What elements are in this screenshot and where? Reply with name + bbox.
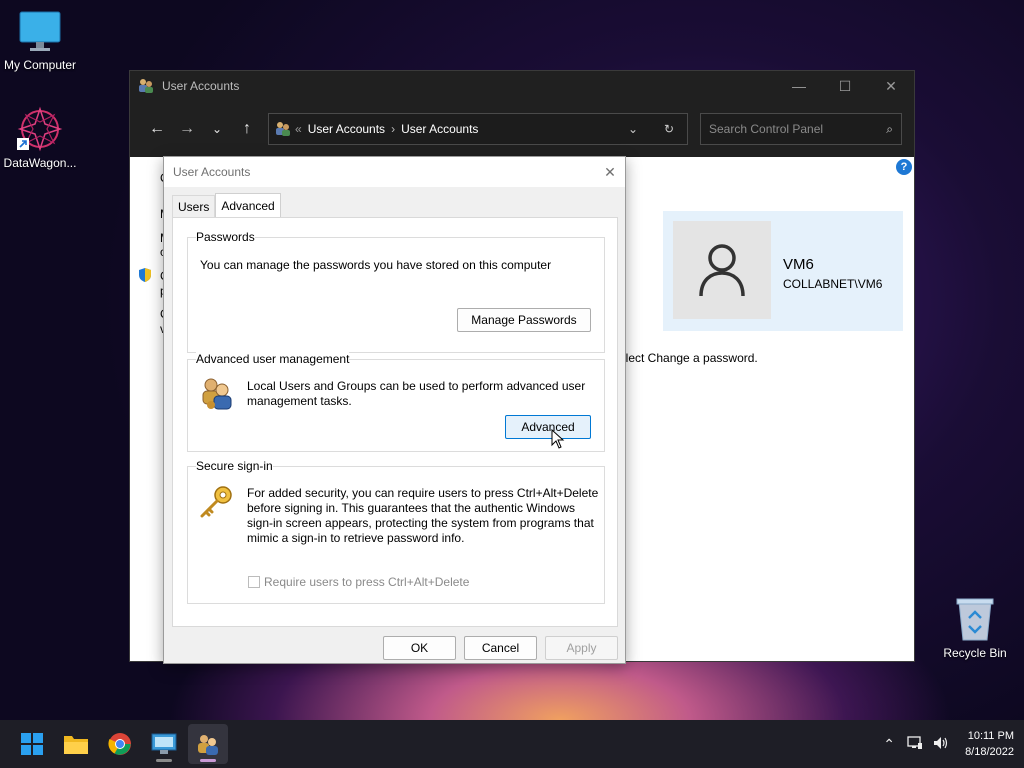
cancel-button[interactable]: Cancel [464, 636, 537, 660]
advanced-user-management-group: Advanced user management Local Users and… [187, 352, 605, 452]
file-explorer-taskbar-button[interactable] [56, 724, 96, 764]
passwords-group: Passwords You can manage the passwords y… [187, 230, 605, 353]
help-icon[interactable]: ? [896, 159, 912, 175]
passwords-description: You can manage the passwords you have st… [200, 258, 552, 272]
tab-users[interactable]: Users [172, 195, 216, 217]
datawagon-logo-icon [17, 106, 63, 152]
manage-passwords-button[interactable]: Manage Passwords [457, 308, 591, 332]
user-accounts-icon [198, 735, 218, 755]
forward-button[interactable]: → [172, 114, 202, 144]
users-group-icon [200, 376, 234, 413]
chevron-up-icon[interactable]: ⌃ [877, 736, 901, 753]
start-button[interactable] [12, 724, 52, 764]
refresh-icon[interactable]: ↻ [651, 122, 687, 136]
breadcrumb-overflow[interactable]: « [295, 122, 302, 136]
dialog-title: User Accounts [173, 165, 251, 179]
dialog-tabs: Users Advanced [172, 193, 281, 217]
minimize-button[interactable]: — [776, 71, 822, 101]
clock[interactable]: 10:11 PM 8/18/2022 [965, 728, 1014, 760]
user-accounts-taskbar-button[interactable] [188, 724, 228, 764]
address-bar[interactable]: « User Accounts › User Accounts ⌄ ↻ [268, 113, 688, 145]
user-silhouette-icon [699, 244, 745, 297]
tab-advanced[interactable]: Advanced [215, 193, 281, 217]
mouse-cursor [551, 428, 565, 452]
dialog-titlebar[interactable]: User Accounts ✕ [164, 157, 625, 187]
folder-icon [64, 736, 88, 754]
user-accounts-icon [275, 120, 291, 139]
recycle-bin-icon [955, 596, 995, 642]
search-input[interactable]: Search Control Panel ⌕ [700, 113, 902, 145]
up-button[interactable]: ↑ [232, 114, 262, 144]
secure-signin-description: For added security, you can require user… [247, 486, 599, 545]
apply-button[interactable]: Apply [545, 636, 618, 660]
group-title: Advanced user management [196, 352, 350, 366]
checkbox-label: Require users to press Ctrl+Alt+Delete [264, 575, 470, 589]
ctrl-alt-delete-checkbox-row[interactable]: Require users to press Ctrl+Alt+Delete [248, 575, 469, 589]
recent-locations-button[interactable]: ⌄ [202, 114, 232, 144]
avatar [673, 221, 771, 319]
clock-date: 8/18/2022 [965, 746, 1014, 758]
search-placeholder: Search Control Panel [709, 122, 824, 136]
system-tray: ⌃ 10:11 PM 8/18/2022 [875, 728, 1014, 760]
user-domain: COLLABNET\VM6 [783, 277, 883, 291]
desktop-icon-datawagon[interactable]: DataWagon... [0, 106, 80, 170]
address-dropdown-icon[interactable]: ⌄ [615, 122, 651, 136]
uac-shield-icon [137, 267, 153, 286]
running-indicator [156, 759, 172, 762]
user-accounts-icon [138, 77, 154, 96]
user-account-card: VM6 COLLABNET\VM6 [663, 211, 903, 331]
desktop-icon-label: Recycle Bin [943, 646, 1007, 660]
group-title: Secure sign-in [196, 459, 273, 473]
control-panel-taskbar-button[interactable] [144, 724, 184, 764]
maximize-button[interactable]: ☐ [822, 71, 868, 101]
advanced-user-management-description: Local Users and Groups can be used to pe… [247, 379, 586, 408]
breadcrumb-separator: › [391, 122, 396, 136]
desktop-icon-recycle-bin[interactable]: Recycle Bin [940, 596, 1010, 660]
user-accounts-dialog: User Accounts ✕ Users Advanced Passwords… [163, 156, 626, 664]
advanced-tab-panel: Passwords You can manage the passwords y… [172, 217, 618, 627]
change-password-text: elect Change a password. [619, 351, 758, 365]
desktop-icon-label: DataWagon... [3, 156, 77, 170]
window-titlebar[interactable]: User Accounts — ☐ ✕ [130, 71, 914, 101]
breadcrumb-item[interactable]: User Accounts [308, 122, 385, 136]
back-button[interactable]: ← [142, 114, 172, 144]
chrome-taskbar-button[interactable] [100, 724, 140, 764]
group-title: Passwords [196, 230, 255, 244]
taskbar: ⌃ 10:11 PM 8/18/2022 [0, 720, 1024, 768]
advanced-button[interactable]: Advanced [505, 415, 591, 439]
search-icon: ⌕ [886, 121, 893, 136]
desktop-icon-label: My Computer [3, 58, 77, 72]
navigation-bar: ← → ⌄ ↑ « User Accounts › User Accounts … [130, 101, 914, 157]
active-indicator [200, 759, 216, 762]
ctrl-alt-delete-checkbox[interactable] [248, 576, 260, 588]
clock-time: 10:11 PM [967, 730, 1014, 742]
breadcrumb-item[interactable]: User Accounts [401, 122, 478, 136]
key-icon [198, 485, 234, 522]
volume-icon[interactable] [929, 736, 953, 753]
monitor-icon [18, 10, 62, 54]
user-name: VM6 [783, 256, 814, 273]
close-icon[interactable]: ✕ [595, 164, 625, 181]
ok-button[interactable]: OK [383, 636, 456, 660]
windows-logo-icon [21, 733, 43, 755]
window-title: User Accounts [162, 79, 240, 93]
control-panel-icon [151, 733, 177, 754]
network-icon[interactable] [903, 735, 927, 753]
close-window-button[interactable]: ✕ [868, 71, 914, 101]
chrome-icon [108, 733, 131, 755]
secure-signin-group: Secure sign-in For added security, you c… [187, 459, 605, 604]
desktop-icon-my-computer[interactable]: My Computer [0, 10, 80, 72]
